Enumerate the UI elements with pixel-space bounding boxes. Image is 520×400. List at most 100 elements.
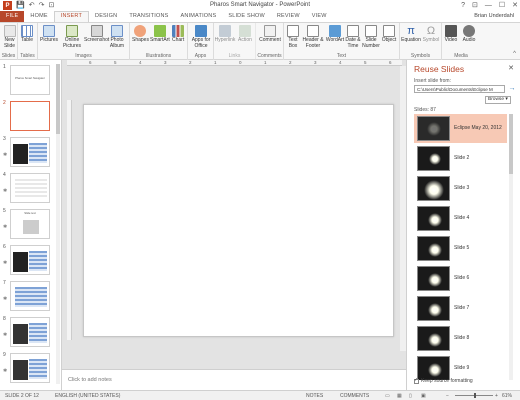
online-pictures-button[interactable]: Online Pictures — [62, 25, 82, 49]
language-indicator[interactable]: ENGLISH (UNITED STATES) — [55, 393, 120, 399]
ribbon-display-options-icon[interactable]: ⊡ — [472, 0, 478, 11]
table-button[interactable]: Table — [21, 25, 33, 44]
user-name[interactable]: Brian Underdahl — [474, 13, 514, 19]
zoom-slider-thumb[interactable] — [474, 393, 476, 398]
thumbnails-scrollbar[interactable] — [56, 64, 60, 384]
equation-button[interactable]: π Equation — [401, 25, 421, 44]
help-icon[interactable]: ? — [461, 0, 465, 11]
slide-sorter-icon[interactable]: ▦ — [397, 393, 402, 399]
collapse-ribbon-icon[interactable]: ^ — [513, 51, 516, 57]
tab-insert[interactable]: INSERT — [53, 11, 90, 22]
smartart-icon — [153, 25, 166, 37]
apps-for-office-button[interactable]: Apps for Office — [190, 25, 212, 49]
slide-number: 8 — [3, 316, 6, 322]
reuse-slide-item[interactable]: Slide 2 — [414, 144, 507, 173]
group-tables: Table Tables — [18, 23, 38, 60]
current-slide-canvas[interactable] — [83, 104, 394, 337]
scrollbar-thumb[interactable] — [509, 114, 513, 174]
slide-number-button[interactable]: Slide Number — [362, 25, 380, 49]
source-path-input[interactable] — [414, 85, 505, 93]
slide-thumbnail[interactable] — [10, 245, 50, 275]
group-symbols: π Equation Ω Symbol Symbols — [400, 23, 442, 60]
tab-review[interactable]: REVIEW — [271, 11, 306, 22]
audio-button[interactable]: Audio — [461, 25, 477, 44]
browse-dropdown[interactable]: Browse ▾ — [485, 96, 511, 104]
text-box-button[interactable]: Text Box — [285, 25, 301, 49]
pictures-icon — [43, 25, 56, 37]
pictures-button[interactable]: Pictures — [40, 25, 58, 44]
go-arrow-icon[interactable]: → — [508, 85, 516, 93]
keep-source-formatting-checkbox[interactable]: Keep source formatting — [414, 377, 473, 384]
photo-album-button[interactable]: Photo Album — [108, 25, 126, 49]
thumbnail-text-block — [29, 359, 47, 379]
slide-thumbnail[interactable] — [10, 173, 50, 203]
slide-thumbnail-selected[interactable] — [10, 101, 50, 131]
eclipse-image — [428, 333, 442, 347]
reuse-slide-item[interactable]: Eclipse May 20, 2012 — [414, 114, 507, 143]
tab-transitions[interactable]: TRANSITIONS — [123, 11, 174, 22]
checkbox-checked-icon[interactable] — [414, 377, 419, 384]
comments-toggle[interactable]: COMMENTS — [340, 393, 369, 399]
screenshot-button[interactable]: Screenshot — [84, 25, 109, 44]
tab-animations[interactable]: ANIMATIONS — [175, 11, 223, 22]
tab-design[interactable]: DESIGN — [89, 11, 123, 22]
new-slide-button[interactable]: New Slide — [2, 25, 17, 49]
ruler-mark: 2 — [289, 60, 292, 65]
slide-thumbnail[interactable] — [10, 317, 50, 347]
reuse-slide-item[interactable]: Slide 5 — [414, 234, 507, 263]
symbol-button[interactable]: Ω Symbol — [422, 25, 440, 44]
audio-label: Audio — [462, 37, 476, 43]
ruler-mark: 2 — [189, 60, 192, 65]
slide-thumbnail[interactable]: Pharos Smart Navigator — [10, 65, 50, 95]
header-footer-button[interactable]: Header & Footer — [302, 25, 324, 49]
group-illustrations: Shapes SmartArt Chart Illustrations — [130, 23, 188, 60]
slide-show-icon[interactable]: ▣ — [421, 393, 426, 399]
slide-thumbnail[interactable] — [10, 137, 50, 167]
zoom-level[interactable]: 61% — [502, 393, 512, 399]
reuse-slide-item[interactable]: Slide 6 — [414, 264, 507, 293]
reuse-slide-item[interactable]: Slide 9 — [414, 354, 507, 380]
slide-thumbnail[interactable] — [10, 353, 50, 383]
close-button[interactable]: ✕ — [512, 0, 518, 11]
normal-view-icon[interactable]: ▭ — [385, 393, 390, 399]
scrollbar-thumb[interactable] — [56, 64, 60, 134]
transition-star-icon: ✱ — [3, 332, 8, 338]
date-time-button[interactable]: Date & Time — [345, 25, 361, 49]
chart-button[interactable]: Chart — [172, 25, 184, 44]
tab-slide-show[interactable]: SLIDE SHOW — [222, 11, 271, 22]
window-title: Pharos Smart Navigator - PowerPoint — [209, 2, 311, 8]
reading-view-icon[interactable]: ▯ — [409, 393, 412, 399]
hyperlink-button[interactable]: Hyperlink — [215, 25, 235, 44]
omega-icon: Ω — [426, 25, 436, 37]
slide-thumbnail[interactable]: Slide text — [10, 209, 50, 239]
eclipse-image — [428, 213, 442, 227]
close-pane-icon[interactable]: ✕ — [508, 64, 514, 72]
notes-toggle[interactable]: NOTES — [306, 393, 323, 399]
shapes-button[interactable]: Shapes — [132, 25, 149, 44]
video-icon — [445, 25, 457, 37]
slide-preview — [417, 296, 450, 321]
slide-thumbnails-pane: 1 Pharos Smart Navigator 2 3 ✱ 4 ✱ 5 ✱ Slid… — [0, 60, 62, 390]
slide-number: 3 — [3, 136, 6, 142]
reuse-slide-item[interactable]: Slide 3 — [414, 174, 507, 203]
object-button[interactable]: Object — [381, 25, 397, 44]
notes-pane[interactable]: Click to add notes — [62, 369, 406, 390]
video-button[interactable]: Video — [443, 25, 459, 44]
reuse-slide-item[interactable]: Slide 4 — [414, 204, 507, 233]
tab-view[interactable]: VIEW — [306, 11, 333, 22]
smartart-button[interactable]: SmartArt — [150, 25, 170, 44]
minimize-button[interactable]: — — [485, 0, 492, 11]
reuse-list-scrollbar[interactable] — [509, 114, 513, 380]
slide-thumbnail[interactable] — [10, 281, 50, 311]
comment-button[interactable]: Comment — [258, 25, 282, 44]
reuse-slide-item[interactable]: Slide 8 — [414, 324, 507, 353]
zoom-in-icon[interactable]: + — [495, 393, 498, 399]
tab-file[interactable]: FILE — [0, 11, 25, 22]
zoom-out-icon[interactable]: − — [446, 393, 449, 399]
maximize-button[interactable]: ☐ — [499, 0, 505, 11]
tab-home[interactable]: HOME — [24, 11, 53, 22]
window-controls: ? ⊡ — ☐ ✕ — [461, 0, 518, 11]
wordart-button[interactable]: WordArt — [326, 25, 344, 44]
reuse-slide-item[interactable]: Slide 7 — [414, 294, 507, 323]
action-button[interactable]: Action — [236, 25, 254, 44]
